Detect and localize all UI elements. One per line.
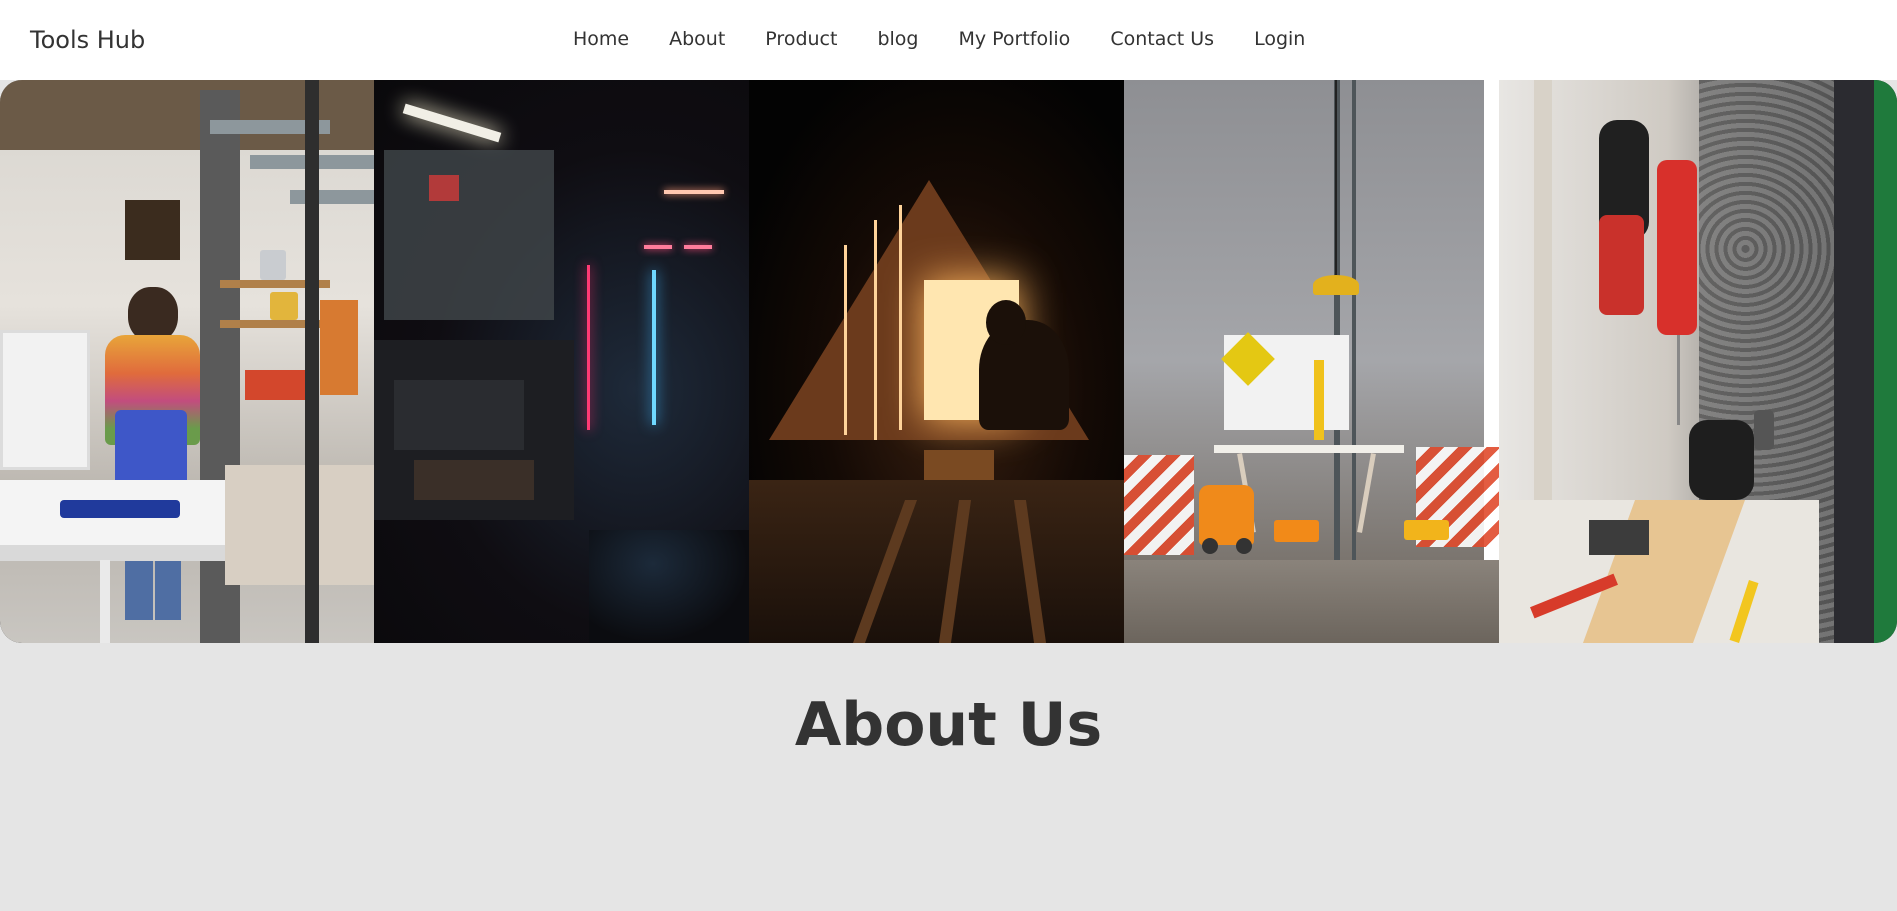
nav-link-blog[interactable]: blog bbox=[877, 28, 918, 50]
gallery-image-toy-tools bbox=[1124, 80, 1499, 643]
navbar: Tools Hub Home About Product blog My Por… bbox=[0, 0, 1897, 80]
hero-gallery bbox=[0, 80, 1897, 643]
gallery-image-power-drill bbox=[1499, 80, 1874, 643]
nav-link-portfolio[interactable]: My Portfolio bbox=[958, 28, 1070, 50]
gallery-image-attic-worker bbox=[749, 80, 1124, 643]
gallery-image-neon-workshop bbox=[374, 80, 749, 643]
nav-menu: Home About Product blog My Portfolio Con… bbox=[573, 28, 1345, 50]
nav-link-home[interactable]: Home bbox=[573, 28, 629, 50]
nav-link-contact[interactable]: Contact Us bbox=[1110, 28, 1214, 50]
nav-link-product[interactable]: Product bbox=[765, 28, 837, 50]
nav-link-login[interactable]: Login bbox=[1254, 28, 1305, 50]
gallery-image-art-studio bbox=[0, 80, 374, 643]
about-heading: About Us bbox=[794, 690, 1103, 760]
gallery-image-edge bbox=[1874, 80, 1897, 643]
brand-logo-link[interactable]: Tools Hub bbox=[30, 26, 145, 54]
nav-link-about[interactable]: About bbox=[669, 28, 725, 50]
